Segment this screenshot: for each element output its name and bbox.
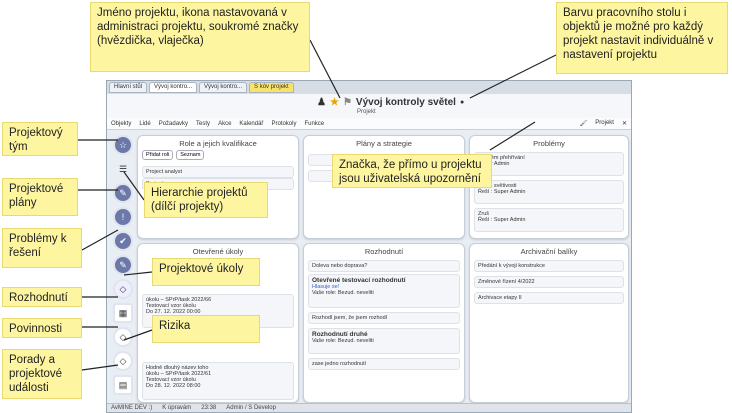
status-env: AvMINE DEV :) (111, 405, 153, 411)
archive-item[interactable]: Změnové řízení 4/2022 (474, 276, 624, 288)
menu-project[interactable]: Projekt (595, 120, 614, 127)
task-item[interactable]: Hodně dlouhý název toho úkolu – SPrP/tas… (142, 362, 294, 400)
sidebar: ☆ ☰ ✎ ! ✔ ✎ ◇ ▦ ◇ ◇ ▤ (107, 131, 137, 406)
tab-project-1[interactable]: Vývoj kontro... (149, 82, 198, 93)
decision-item[interactable]: Rozhodnutí druhé Vaše role: Bezud. nevel… (308, 328, 460, 354)
tab-project-3[interactable]: S kóv projekt (249, 82, 294, 93)
tab-bar: Hlavní stůl Vývoj kontro... Vývoj kontro… (107, 81, 631, 94)
menu-right: 🖌 Projekt ✕ (580, 120, 627, 127)
project-subtitle: Projekt (357, 109, 376, 115)
callout-desk-color: Barvu pracovního stolu i objektů je možn… (556, 2, 728, 74)
risks-icon[interactable]: ◇ (113, 279, 133, 299)
decision-role: Bezud. neveliti (337, 338, 374, 344)
plans-icon[interactable]: ✎ (113, 183, 133, 203)
status-time: 23:38 (201, 405, 217, 411)
problems-list-icon[interactable]: ✔ (113, 231, 133, 251)
card-archive-title: Archivační balíky (520, 247, 578, 256)
problem-item[interactable]: Ztráta světivosti Řeší : Super Admin (474, 180, 624, 204)
brush-icon[interactable]: 🖌 (580, 120, 588, 127)
tab-main-desk[interactable]: Hlavní stůl (109, 82, 148, 93)
decision-role-label: Vaše role: (312, 338, 337, 344)
decision-title: Rozhodnutí druhé (312, 331, 368, 338)
menu-functions[interactable]: Funkce (304, 121, 324, 127)
card-archive: Archivační balíky Předání k vývoji konst… (469, 243, 629, 403)
menu-bar: Objekty Lidé Požadavky Testy Akce Kalend… (107, 118, 631, 130)
callout-team: Projektový tým (2, 122, 78, 156)
duties-icon[interactable]: ◇ (113, 327, 133, 347)
duties-2-icon[interactable]: ◇ (113, 351, 133, 371)
card-tasks-title: Otevřené úkoly (192, 247, 244, 256)
status-user: Admin / S Develop (226, 405, 276, 411)
decision-item[interactable]: Otevřené testovací rozhodnutí Hlasuje se… (308, 274, 460, 308)
decisions-icon[interactable]: ▦ (113, 303, 133, 323)
decision-item[interactable]: zase jedno rozhodnutí (308, 358, 460, 370)
project-title-row: ♟ ★ ⚑ Vývoj kontroly světel ● (317, 97, 464, 108)
hierarchy-icon[interactable]: ☰ (113, 159, 133, 179)
project-icon: ♟ (317, 97, 326, 108)
callout-problems: Problémy k řešení (2, 228, 82, 268)
menu-calendar[interactable]: Kalendář (239, 121, 263, 127)
problem-item[interactable]: Zruš Řeší : Super Admin (474, 208, 624, 232)
menu-requirements[interactable]: Požadavky (159, 121, 188, 127)
archive-item[interactable]: Předání k vývoji konstrukce (474, 260, 624, 272)
callout-project-name: Jméno projektu, ikona nastavovaná v admi… (90, 2, 310, 72)
card-plans-title: Plány a strategie (356, 139, 412, 148)
callout-risks: Rizika (152, 315, 260, 343)
card-roles-title: Role a jejich kvalifikace (179, 139, 257, 148)
tab-project-2[interactable]: Vývoj kontro... (199, 82, 248, 93)
task-deadline: Do 28. 12. 2022 08:00 (146, 383, 201, 389)
problem-solver: Řeší : Super Admin (478, 189, 526, 195)
problem-solver: Řeší : Super Admin (478, 217, 526, 223)
decision-role-label: Vaše role: (312, 290, 337, 296)
role-item[interactable]: Project analyst (142, 166, 294, 178)
card-problems-title: Problémy (533, 139, 565, 148)
problem-item[interactable]: Prostém přehřívání Super Admin (474, 152, 624, 176)
card-decisions: Rozhodnutí Doleva nebo doprava? Otevřené… (303, 243, 465, 403)
status-bar: AvMINE DEV :) K úpravám 23:38 Admin / S … (107, 403, 631, 412)
callout-tasks: Projektové úkoly (152, 258, 260, 286)
flag-icon[interactable]: ⚑ (343, 97, 352, 108)
callout-notice-mark: Značka, že přímo u projektu jsou uživate… (332, 154, 492, 188)
callout-plans: Projektové plány (2, 178, 78, 216)
menu-tests[interactable]: Testy (196, 121, 210, 127)
callout-hierarchy: Hierarchie projektů (dílčí projekty) (144, 182, 268, 218)
add-role-button[interactable]: Přidat roli (142, 150, 174, 160)
meetings-icon[interactable]: ▤ (113, 375, 133, 395)
card-problems: Problémy Prostém přehřívání Super Admin Z… (469, 135, 629, 239)
close-icon[interactable]: ✕ (622, 120, 627, 127)
app-window: Hlavní stůl Vývoj kontro... Vývoj kontro… (106, 80, 632, 413)
list-button[interactable]: Seznam (176, 150, 205, 160)
decision-title: Otevřené testovací rozhodnutí (312, 277, 406, 284)
problems-icon[interactable]: ! (113, 207, 133, 227)
decision-item[interactable]: Doleva nebo doprava? (308, 260, 460, 272)
team-icon[interactable]: ☆ (113, 135, 133, 155)
root: Jméno projektu, ikona nastavovaná v admi… (0, 0, 732, 413)
card-decisions-title: Rozhodnutí (364, 247, 404, 256)
callout-decisions: Rozhodnutí (2, 287, 82, 307)
tasks-icon[interactable]: ✎ (113, 255, 133, 275)
notice-icon[interactable]: ● (460, 99, 464, 106)
callout-duties: Povinnosti (2, 318, 82, 338)
menu-objects[interactable]: Objekty (111, 121, 131, 127)
menu-protocols[interactable]: Protokoly (271, 121, 296, 127)
roles-buttons: Přidat roli Seznam (142, 150, 205, 160)
status-state: K úpravám (162, 405, 192, 411)
menu-people[interactable]: Lidé (139, 121, 150, 127)
archive-item[interactable]: Archivace etapy II (474, 292, 624, 304)
project-title: Vývoj kontroly světel (355, 97, 456, 108)
decision-item[interactable]: Rozhodl jsem, že jsem rozhodl (308, 312, 460, 324)
menu-actions[interactable]: Akce (218, 121, 231, 127)
project-header: ♟ ★ ⚑ Vývoj kontroly světel ● Projekt (107, 94, 631, 118)
callout-meetings: Porady a projektové události (2, 349, 82, 399)
decision-role: Bezud. neveliti (337, 290, 374, 296)
star-icon[interactable]: ★ (330, 97, 339, 108)
